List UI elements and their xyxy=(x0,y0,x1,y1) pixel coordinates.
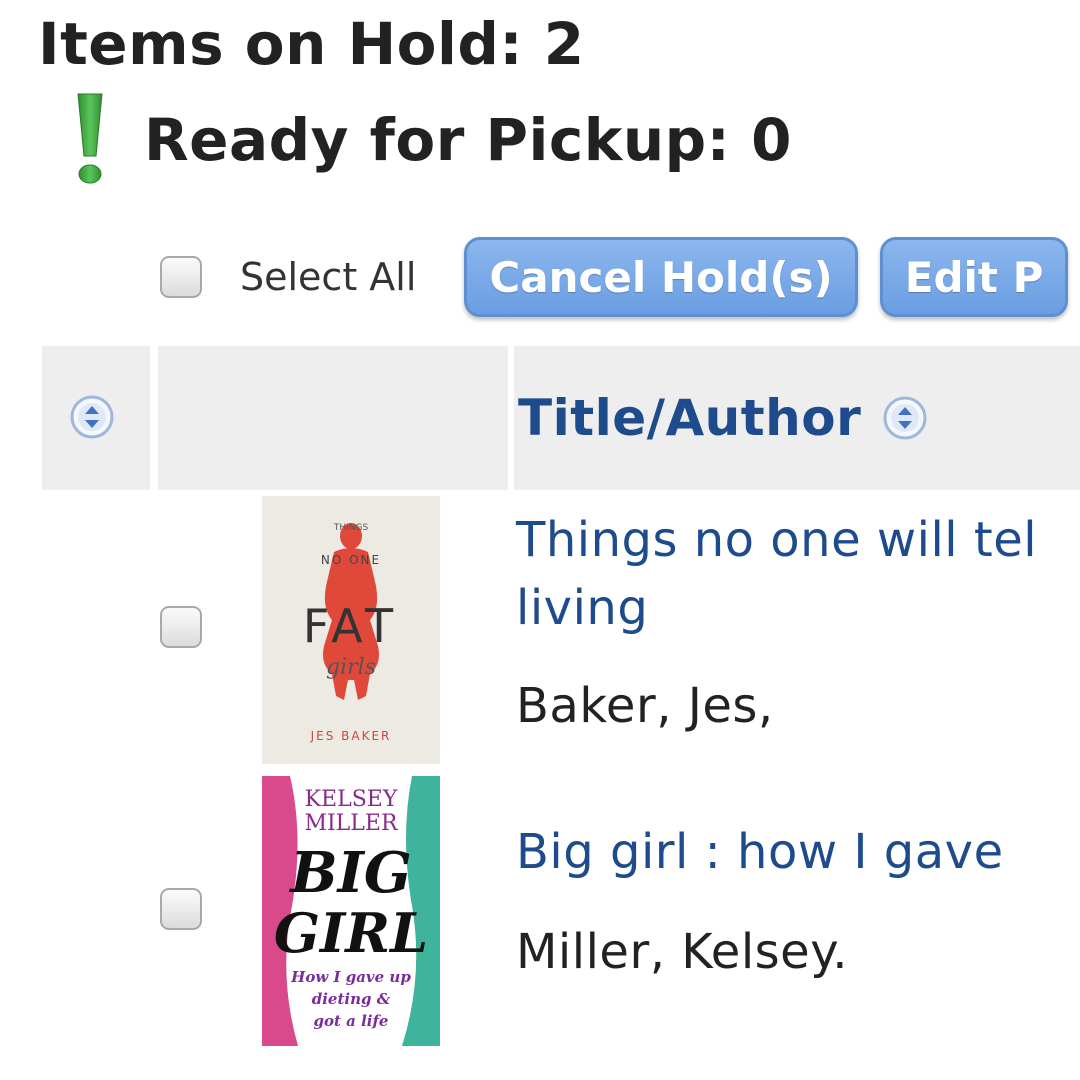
item-title-line: Things no one will tel xyxy=(516,512,1038,568)
cover-text: dieting & xyxy=(312,990,391,1008)
item-title-link[interactable]: Things no one will tel living xyxy=(516,506,1037,642)
cover-text: GIRL xyxy=(274,901,428,965)
cover-text: MILLER xyxy=(304,811,398,836)
exclamation-icon xyxy=(77,93,103,184)
row-checkbox[interactable] xyxy=(160,888,202,930)
cover-text: FAT xyxy=(303,599,399,653)
item-title-link[interactable]: Big girl : how I gave xyxy=(516,818,1004,886)
select-all-label: Select All xyxy=(240,255,417,299)
cover-text: KELSEY xyxy=(305,787,398,812)
cover-text: THINGS xyxy=(333,523,369,533)
holds-toolbar: Select All Cancel Hold(s) Edit P xyxy=(160,236,1080,318)
items-on-hold-heading: Items on Hold: 2 xyxy=(38,10,585,78)
sort-icon[interactable] xyxy=(70,395,114,439)
holds-page: Items on Hold: 2 Ready for Pickup: 0 Sel… xyxy=(0,0,1080,1080)
cover-text: girls xyxy=(326,655,376,680)
book-cover-image[interactable]: THINGS NO ONE FAT girls JES BAKER xyxy=(262,496,440,764)
row-checkbox[interactable] xyxy=(160,606,202,648)
cover-text: How I gave up xyxy=(290,968,411,986)
title-author-header-label[interactable]: Title/Author xyxy=(518,389,861,447)
table-row: THINGS NO ONE FAT girls JES BAKER Things… xyxy=(0,496,1080,768)
cancel-holds-button[interactable]: Cancel Hold(s) xyxy=(464,237,858,317)
cover-text: JES BAKER xyxy=(310,729,392,743)
edit-button[interactable]: Edit P xyxy=(879,237,1069,317)
item-author: Miller, Kelsey. xyxy=(516,924,849,980)
sort-column-header xyxy=(42,346,150,490)
item-author: Baker, Jes, xyxy=(516,678,774,734)
table-row: KELSEY MILLER BIG GIRL How I gave up die… xyxy=(0,776,1080,1048)
table-header: Title/Author xyxy=(42,346,1080,490)
cover-text: got a life xyxy=(314,1012,389,1030)
book-cover-image[interactable]: KELSEY MILLER BIG GIRL How I gave up die… xyxy=(262,776,440,1046)
item-title-line: living xyxy=(516,580,649,636)
cover-column-header xyxy=(158,346,508,490)
select-all-checkbox[interactable] xyxy=(160,256,202,298)
cover-text: NO ONE xyxy=(321,553,381,567)
ready-for-pickup-row: Ready for Pickup: 0 xyxy=(70,90,792,190)
ready-for-pickup-heading: Ready for Pickup: 0 xyxy=(144,106,792,174)
cover-text: BIG xyxy=(288,840,411,906)
title-author-column-header: Title/Author xyxy=(514,346,1080,490)
sort-icon[interactable] xyxy=(883,396,927,440)
